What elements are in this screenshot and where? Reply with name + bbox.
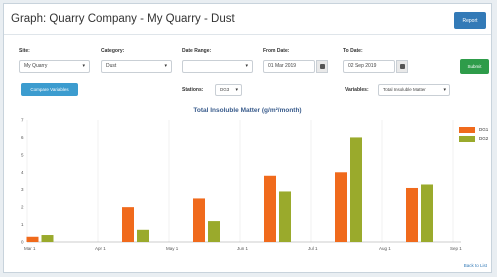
legend-item-dg2[interactable]: DG2: [459, 134, 488, 143]
bar-dg1: [193, 198, 205, 242]
bar-dg2: [208, 221, 220, 242]
bar-dg2: [279, 191, 291, 242]
bar-dg1: [26, 236, 39, 242]
bar-chart: 0 1 2 3 4 5 6 7 Mar 1 Apr 1 May 1 Jun 1 Jul 1 Aug 1 Se…: [21, 118, 462, 252]
x-tick-label: May 1: [166, 246, 179, 251]
y-tick-label: 0: [21, 240, 24, 245]
graph-window: Graph: Quarry Company - My Quarry - Dust…: [3, 3, 492, 273]
x-tick-label: Sep 1: [450, 246, 462, 251]
y-tick-label: 7: [21, 118, 24, 123]
x-tick-label: Jun 1: [237, 246, 249, 251]
x-tick-label: Mar 1: [24, 246, 36, 251]
legend-label: DG2: [479, 136, 489, 141]
y-tick-label: 2: [21, 205, 24, 210]
x-tick-label: Jul 1: [308, 246, 318, 251]
bar-dg1: [335, 172, 347, 242]
bar-dg2: [137, 229, 149, 242]
bar-dg1: [264, 175, 276, 242]
bar-dg2: [41, 235, 54, 242]
y-tick-label: 1: [21, 222, 24, 227]
bar-dg2: [421, 184, 433, 242]
legend-swatch: [459, 135, 475, 142]
legend-label: DG1: [479, 127, 489, 132]
y-tick-label: 5: [21, 152, 24, 157]
y-tick-label: 6: [21, 135, 24, 140]
back-to-list-link[interactable]: Back to List: [464, 263, 487, 268]
bar-dg2: [350, 137, 362, 242]
legend-swatch: [459, 126, 475, 133]
y-tick-label: 3: [21, 187, 24, 192]
bar-dg1: [122, 207, 134, 242]
bar-dg1: [406, 187, 418, 242]
x-tick-label: Apr 1: [95, 246, 106, 251]
y-tick-label: 4: [21, 170, 24, 175]
x-tick-label: Aug 1: [379, 246, 391, 251]
chart-legend: DG1 DG2: [459, 125, 488, 143]
legend-item-dg1[interactable]: DG1: [459, 125, 488, 134]
